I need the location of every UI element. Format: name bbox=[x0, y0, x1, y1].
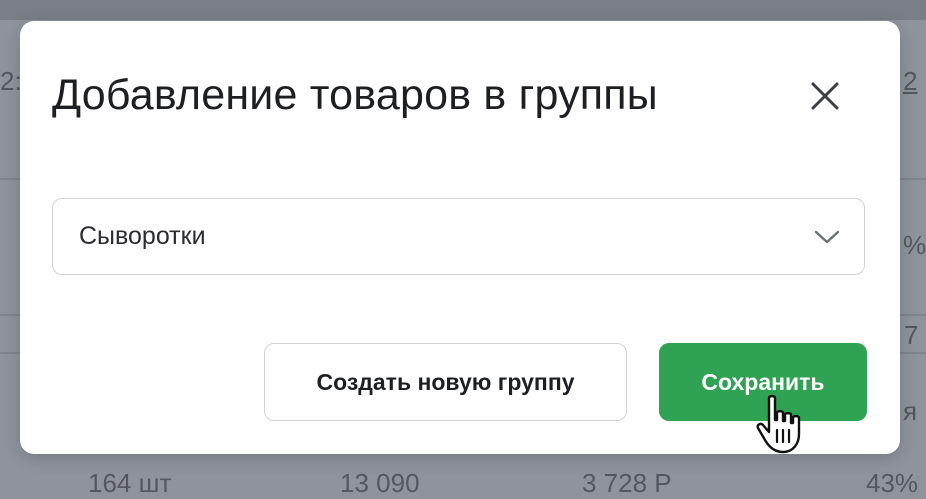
background-text-fragment: % bbox=[903, 230, 926, 260]
close-button[interactable] bbox=[802, 73, 848, 119]
background-text-fragment: 2 bbox=[903, 66, 918, 96]
dialog-title: Добавление товаров в группы bbox=[52, 71, 658, 119]
create-new-group-button[interactable]: Создать новую группу bbox=[264, 343, 627, 421]
background-text-fragment: 2: bbox=[0, 66, 22, 96]
hand-pointer-icon bbox=[756, 394, 801, 454]
background-row-cell: 43% bbox=[866, 468, 919, 498]
chevron-down-icon bbox=[814, 230, 840, 243]
background-row-cell: 164 шт bbox=[88, 468, 172, 498]
background-row-cell: 13 090 bbox=[340, 468, 420, 498]
add-to-group-dialog: Добавление товаров в группы Сыворотки Со… bbox=[20, 21, 900, 454]
group-select[interactable]: Сыворотки bbox=[52, 198, 865, 275]
background-topbar bbox=[0, 0, 926, 20]
background-text-fragment: я bbox=[903, 396, 918, 426]
background-text-fragment: 7 bbox=[904, 320, 919, 350]
close-icon bbox=[811, 82, 839, 110]
group-select-value: Сыворотки bbox=[79, 222, 206, 250]
background-row-cell: 3 728 Р bbox=[582, 468, 672, 498]
